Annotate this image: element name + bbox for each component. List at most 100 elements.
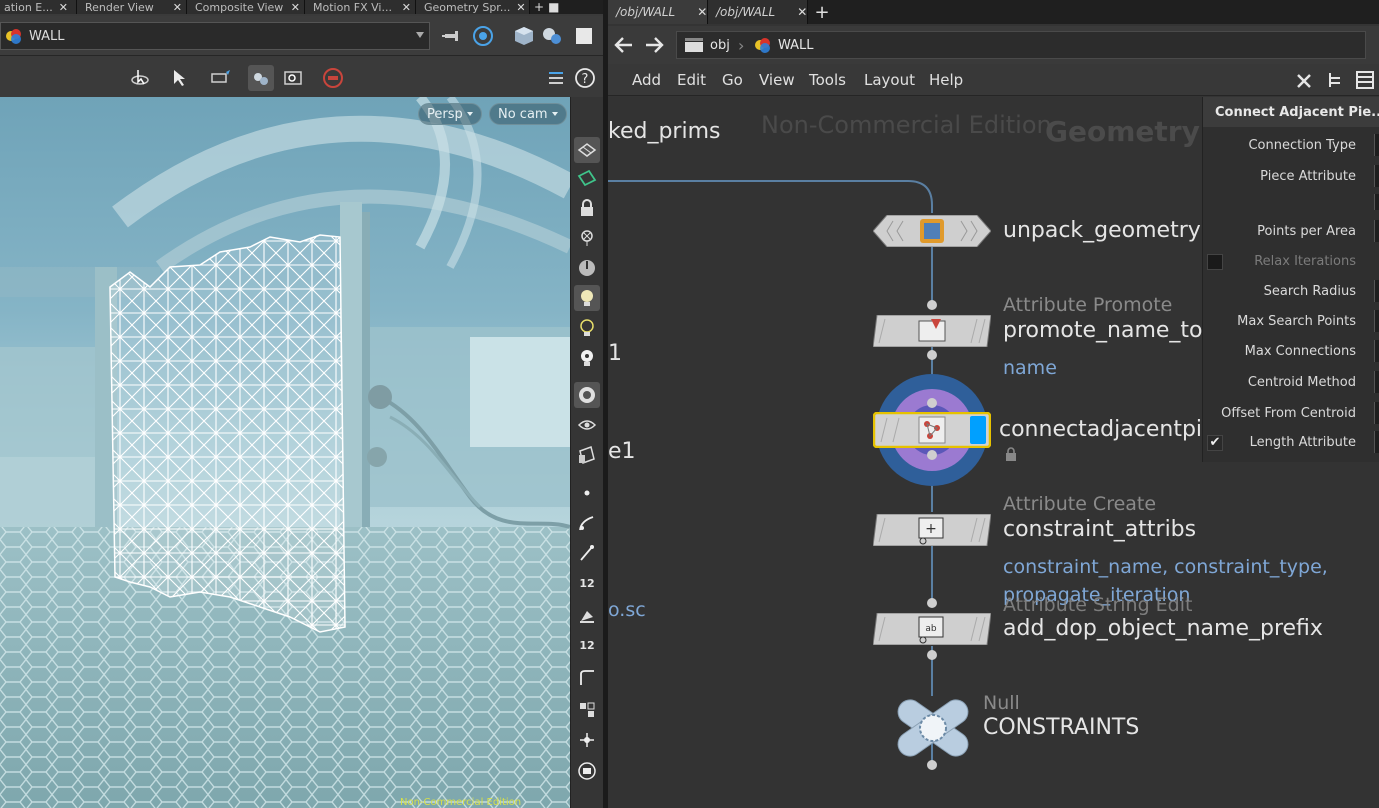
output-port[interactable] xyxy=(927,650,937,660)
target-icon[interactable] xyxy=(471,24,495,48)
object-path-field[interactable]: WALL xyxy=(0,22,430,50)
node-add-dop-object-name-prefix[interactable]: ab xyxy=(872,612,992,646)
piece-attribute-field[interactable] xyxy=(1374,165,1379,187)
brush-icon[interactable] xyxy=(574,602,600,628)
edge-snap-icon[interactable] xyxy=(574,510,600,536)
max-search-points-field[interactable] xyxy=(1374,310,1379,332)
tab-motion-fx-view[interactable]: Motion FX Vi... ✕ xyxy=(305,0,416,14)
menu-go[interactable]: Go xyxy=(722,71,743,89)
tab-animation-editor[interactable]: ation E... ✕ xyxy=(0,0,77,14)
node-unpack-geometry[interactable] xyxy=(872,214,992,248)
tab-network-1[interactable]: /obj/WALL ✕ xyxy=(608,0,708,24)
close-icon[interactable]: ✕ xyxy=(173,2,182,13)
high-quality-light-icon[interactable] xyxy=(574,345,600,371)
breadcrumb-wall[interactable]: WALL xyxy=(748,31,820,59)
snap-number-icon[interactable]: 12 xyxy=(574,570,600,596)
maximize-icon[interactable] xyxy=(572,24,596,48)
perspective-menu[interactable]: Persp xyxy=(418,103,482,125)
back-arrow-icon[interactable] xyxy=(612,33,636,57)
select-icon[interactable] xyxy=(127,65,153,91)
shading-icon[interactable] xyxy=(574,255,600,281)
grid-icon[interactable] xyxy=(574,137,600,163)
tree-view-icon[interactable] xyxy=(1324,69,1346,91)
search-radius-field[interactable] xyxy=(1374,280,1379,302)
tab-composite-view[interactable]: Composite View ✕ xyxy=(187,0,305,14)
menu-edit[interactable]: Edit xyxy=(677,71,706,89)
plus-icon[interactable]: + xyxy=(534,1,544,13)
camera-path-icon[interactable] xyxy=(574,727,600,753)
handle-icon[interactable] xyxy=(248,65,274,91)
ambient-occlusion-icon[interactable] xyxy=(574,382,600,408)
close-icon[interactable]: ✕ xyxy=(697,5,707,19)
tab-network-2[interactable]: /obj/WALL ✕ xyxy=(708,0,808,24)
display-box-icon[interactable] xyxy=(574,758,600,784)
cube-icon[interactable] xyxy=(512,24,536,48)
construction-plane-icon[interactable] xyxy=(574,165,600,191)
centroid-method-field[interactable] xyxy=(1374,371,1379,393)
node-type-label: Attribute Promote xyxy=(1003,294,1173,316)
forward-arrow-icon[interactable] xyxy=(642,33,666,57)
menu-layout[interactable]: Layout xyxy=(864,71,915,89)
length-attribute-field[interactable] xyxy=(1374,431,1379,453)
relax-iterations-checkbox[interactable] xyxy=(1207,254,1223,270)
transform-icon[interactable] xyxy=(207,65,233,91)
context-watermark: Geometry xyxy=(1045,115,1200,148)
curve-tool-icon[interactable] xyxy=(574,665,600,691)
tab-geometry-spreadsheet[interactable]: Geometry Spr... ✕ xyxy=(416,0,530,14)
lock-icon xyxy=(1004,446,1018,461)
light-bulb-icon[interactable] xyxy=(574,315,600,341)
close-icon[interactable]: ✕ xyxy=(797,5,807,19)
breadcrumb-obj[interactable]: obj xyxy=(678,31,736,59)
input-port[interactable] xyxy=(927,398,937,408)
close-icon[interactable]: ✕ xyxy=(59,2,68,13)
inspect-icon[interactable] xyxy=(280,65,306,91)
scene-viewport[interactable]: Persp No cam Non-Commercial Edition xyxy=(0,97,570,808)
wrench-icon[interactable] xyxy=(1294,69,1316,91)
points-per-area-field[interactable] xyxy=(1374,220,1379,242)
quad-view-icon[interactable] xyxy=(574,697,600,723)
headlight-icon[interactable] xyxy=(574,285,600,311)
chevron-down-icon[interactable] xyxy=(416,32,424,38)
visibility-icon[interactable] xyxy=(574,412,600,438)
output-port[interactable] xyxy=(927,300,937,310)
output-port[interactable] xyxy=(927,450,937,460)
help-icon[interactable]: ? xyxy=(572,65,598,91)
close-icon[interactable]: ✕ xyxy=(402,2,411,13)
length-attribute-checkbox[interactable]: ✔ xyxy=(1207,435,1223,451)
menu-help[interactable]: Help xyxy=(929,71,963,89)
stop-icon[interactable] xyxy=(320,65,346,91)
pointer-icon[interactable] xyxy=(167,65,193,91)
node-connect-adjacent-pieces[interactable] xyxy=(872,411,992,449)
input-port[interactable] xyxy=(927,598,937,608)
lock-icon[interactable] xyxy=(574,195,600,221)
list-view-icon[interactable] xyxy=(1354,69,1376,91)
output-port[interactable] xyxy=(927,350,937,360)
menu-view[interactable]: View xyxy=(759,71,795,89)
ghost-icon[interactable] xyxy=(574,442,600,468)
camera-menu[interactable]: No cam xyxy=(489,103,567,125)
snap-number-icon[interactable]: 12 xyxy=(574,632,600,658)
connection-type-field[interactable] xyxy=(1374,134,1379,156)
piece-attribute-field-2[interactable] xyxy=(1374,194,1379,210)
node-constraint-attribs[interactable]: + xyxy=(872,513,992,547)
display-options-icon[interactable] xyxy=(540,24,564,48)
output-port[interactable] xyxy=(927,760,937,770)
max-connections-field[interactable] xyxy=(1374,340,1379,362)
tab-render-view[interactable]: Render View ✕ xyxy=(77,0,187,14)
offset-from-centroid-field[interactable] xyxy=(1374,402,1379,424)
close-icon[interactable]: ✕ xyxy=(291,2,300,13)
left-tab-bar: ation E... ✕ Render View ✕ Composite View ✕… xyxy=(0,0,603,14)
pane-menu-icon[interactable]: ■ xyxy=(548,1,559,13)
path-bar: obj › WALL xyxy=(608,26,1379,64)
node-constraints-null[interactable] xyxy=(891,697,975,759)
display-settings-icon[interactable] xyxy=(543,65,569,91)
add-tab-icon[interactable]: + xyxy=(808,0,836,24)
light-link-icon[interactable] xyxy=(574,225,600,251)
menu-add[interactable]: Add xyxy=(632,71,661,89)
close-icon[interactable]: ✕ xyxy=(516,2,525,13)
points-display-icon[interactable] xyxy=(574,480,600,506)
pin-icon[interactable] xyxy=(440,24,464,48)
menu-tools[interactable]: Tools xyxy=(809,71,846,89)
snap-curve-icon[interactable] xyxy=(574,540,600,566)
node-promote-name[interactable] xyxy=(872,314,992,348)
